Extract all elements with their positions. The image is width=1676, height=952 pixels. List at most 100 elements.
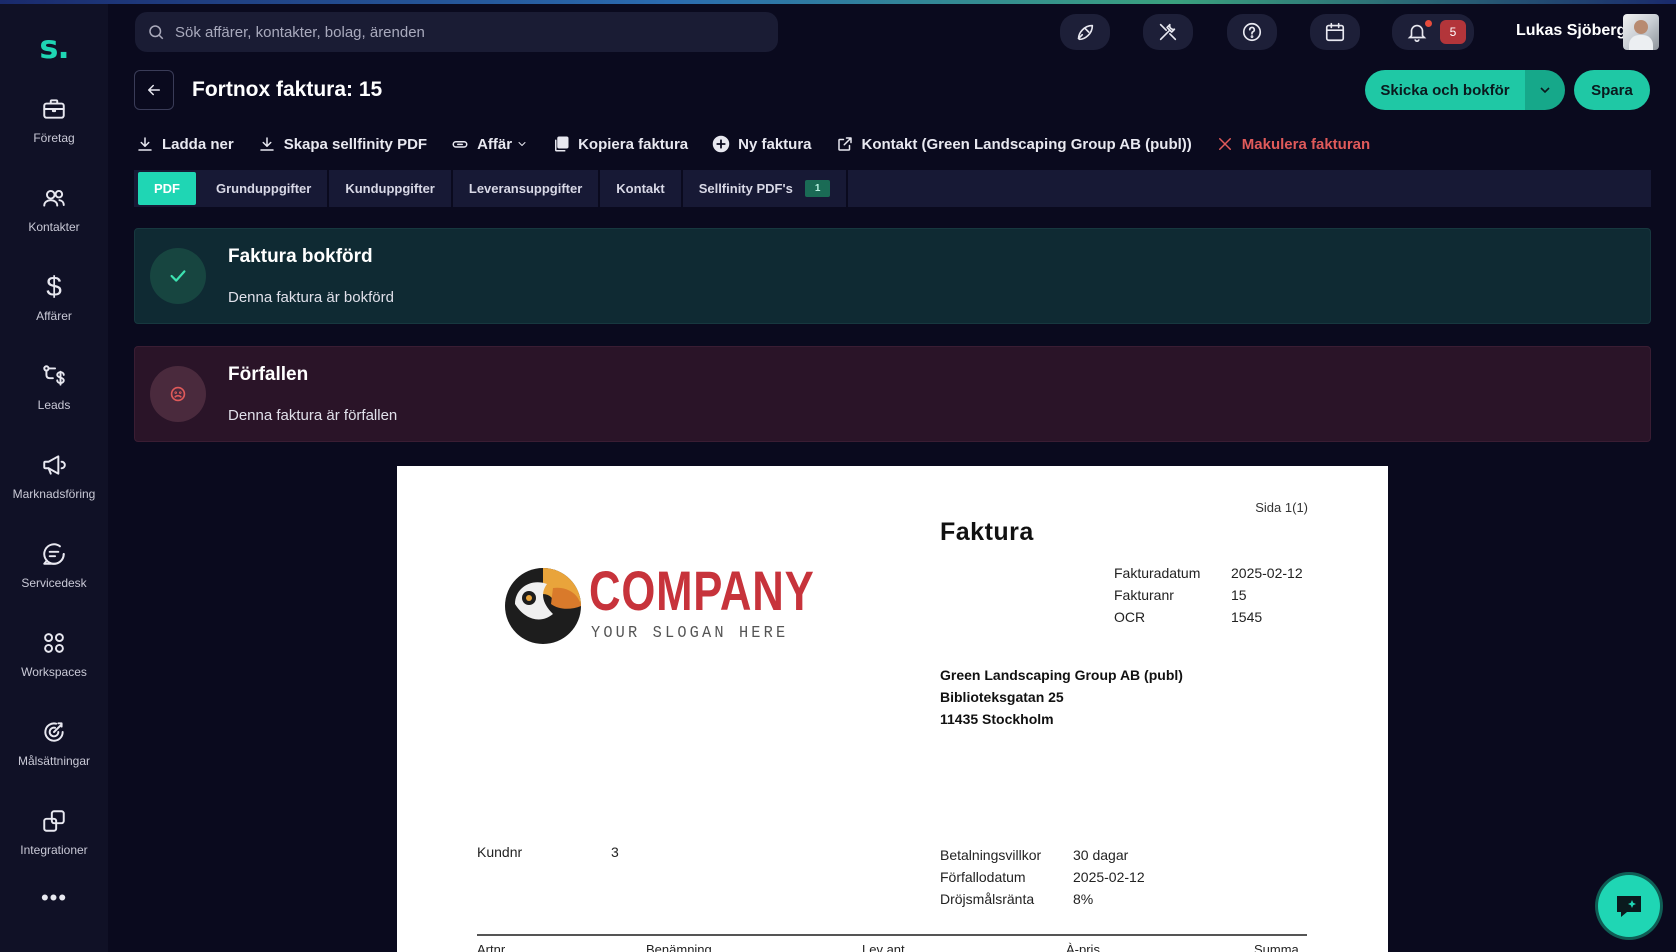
terms-key: Dröjsmålsränta <box>940 891 1035 907</box>
search-icon <box>149 25 164 40</box>
arrow-left-icon <box>148 84 160 96</box>
terms-value: 2025-02-12 <box>1073 869 1145 885</box>
app-logo[interactable]: s. <box>39 28 69 76</box>
help-button[interactable] <box>1227 14 1277 50</box>
meta-value: 15 <box>1231 587 1247 603</box>
dollar-icon: $ <box>46 271 62 302</box>
send-and-book-button[interactable]: Skicka och bokför <box>1365 70 1525 110</box>
avatar-head <box>1634 20 1648 34</box>
terms-row: Förfallodatum 2025-02-12 <box>940 866 1145 888</box>
download-action[interactable]: Ladda ner <box>136 135 234 153</box>
meta-key: OCR <box>1114 609 1146 625</box>
download-icon <box>138 137 152 151</box>
grid-circles-icon <box>44 633 64 653</box>
notifications-button[interactable]: 5 <box>1392 14 1474 50</box>
contact-link-action[interactable]: Kontakt (Green Landscaping Group AB (pub… <box>836 135 1192 153</box>
sidebar-item-label: Kontakter <box>28 220 80 234</box>
notification-dot <box>1425 20 1432 27</box>
terms-value: 8% <box>1073 891 1094 907</box>
column-header: Benämning <box>646 942 712 952</box>
column-header: À-pris <box>1066 942 1100 952</box>
back-button[interactable] <box>134 70 174 110</box>
more-icon[interactable]: ••• <box>41 885 67 911</box>
meta-value: 2025-02-12 <box>1231 565 1303 581</box>
action-toolbar: Ladda ner Skapa sellfinity PDF Affär Kop… <box>136 133 1394 155</box>
tools-icon <box>1159 23 1177 41</box>
chevron-down-icon <box>1540 87 1550 94</box>
sidebar-item-label: Workspaces <box>21 665 87 679</box>
sidebar-item-marknadsforing[interactable]: Marknadsföring <box>0 432 108 521</box>
send-and-book-dropdown[interactable] <box>1525 70 1565 110</box>
copy-invoice-action[interactable]: Kopiera faktura <box>552 135 688 153</box>
briefcase-icon <box>43 99 65 119</box>
tools-button[interactable] <box>1143 14 1193 50</box>
sidebar-item-malsattningar[interactable]: Målsättningar <box>0 699 108 788</box>
status-title: Förfallen <box>228 364 309 385</box>
tab-grunduppgifter[interactable]: Grunduppgifter <box>200 170 330 207</box>
save-button[interactable]: Spara <box>1574 70 1650 110</box>
calendar-icon <box>1325 22 1345 42</box>
deal-dropdown[interactable]: Affär <box>451 135 528 153</box>
tab-kunduppgifter[interactable]: Kunduppgifter <box>329 170 453 207</box>
contact-link-label: Kontakt (Green Landscaping Group AB (pub… <box>861 135 1192 153</box>
terms-row: Betalningsvillkor 30 dagar <box>940 844 1145 866</box>
invoice-pdf-preview: Sida 1(1) Faktura COMPANY YOUR SLOGAN HE… <box>397 466 1388 952</box>
deal-label: Affär <box>477 135 513 153</box>
tab-leveransuppgifter[interactable]: Leveransuppgifter <box>453 170 601 207</box>
sidebar-item-servicedesk[interactable]: Servicedesk <box>0 521 108 610</box>
tab-pdf[interactable]: PDF <box>138 172 196 205</box>
sidebar-item-integrationer[interactable]: Integrationer <box>0 788 108 877</box>
terms-key: Förfallodatum <box>940 869 1026 885</box>
column-header: Summa <box>1254 942 1299 952</box>
sidebar-item-label: Målsättningar <box>17 754 91 768</box>
company-logo: COMPANY YOUR SLOGAN HERE <box>501 558 831 654</box>
status-icon-circle <box>150 248 206 304</box>
users-icon <box>43 189 65 207</box>
sidebar-item-leads[interactable]: Leads <box>0 343 108 432</box>
sidebar-item-affarer[interactable]: $ Affärer <box>0 254 108 343</box>
rocket-button[interactable] <box>1060 14 1110 50</box>
create-pdf-label: Skapa sellfinity PDF <box>283 135 428 153</box>
sidebar-item-workspaces[interactable]: Workspaces <box>0 610 108 699</box>
megaphone-icon <box>43 455 66 475</box>
status-text: Denna faktura är förfallen <box>228 407 398 424</box>
create-pdf-action[interactable]: Skapa sellfinity PDF <box>258 135 427 153</box>
user-name[interactable]: Lukas Sjöberg <box>1516 22 1626 40</box>
notification-count-badge: 5 <box>1440 20 1466 44</box>
download-label: Ladda ner <box>162 135 234 153</box>
avatar-body <box>1629 35 1653 50</box>
logo-slogan: YOUR SLOGAN HERE <box>591 624 789 643</box>
search-input[interactable] <box>175 23 765 41</box>
sidebar-item-label: Leads <box>37 398 71 412</box>
sad-face-icon <box>170 386 186 402</box>
rocket-icon <box>1077 24 1094 41</box>
sidebar-item-kontakter[interactable]: Kontakter <box>0 165 108 254</box>
customer-number-label: Kundnr <box>477 844 523 860</box>
sidebar-item-label: Marknadsföring <box>12 487 96 501</box>
link-icon <box>452 141 468 148</box>
search-bar <box>135 12 778 52</box>
chat-button[interactable] <box>1598 875 1660 937</box>
meta-key: Fakturadatum <box>1114 565 1201 581</box>
void-invoice-label: Makulera fakturan <box>1241 135 1371 153</box>
send-and-book-split-button: Skicka och bokför <box>1365 70 1565 110</box>
integrations-icon <box>43 810 65 832</box>
new-invoice-action[interactable]: Ny faktura <box>712 135 812 153</box>
help-icon <box>1242 22 1262 42</box>
toucan-logo-icon <box>505 568 581 644</box>
void-invoice-action[interactable]: Makulera fakturan <box>1216 135 1370 153</box>
tab-label: Sellfinity PDF's <box>698 181 793 196</box>
calendar-button[interactable] <box>1310 14 1360 50</box>
column-header: Lev ant <box>862 942 905 952</box>
sidebar-item-foretag[interactable]: Företag <box>0 76 108 165</box>
payment-terms: Betalningsvillkor 30 dagar Förfallodatum 2… <box>940 844 1145 910</box>
logo-text: COMPANY <box>589 559 815 622</box>
booked-status-card: Faktura bokförd Denna faktura är bokförd <box>134 228 1651 324</box>
customer-address: Green Landscaping Group AB (publ) Biblio… <box>940 664 1183 730</box>
tab-sellfinity-pdfs[interactable]: Sellfinity PDF's 1 <box>683 170 849 207</box>
avatar[interactable] <box>1623 14 1659 50</box>
tab-kontakt[interactable]: Kontakt <box>600 170 683 207</box>
sidebar-item-label: Affärer <box>36 309 72 323</box>
meta-row: Fakturadatum 2025-02-12 <box>1114 562 1303 584</box>
top-accent-bar <box>0 0 1676 4</box>
